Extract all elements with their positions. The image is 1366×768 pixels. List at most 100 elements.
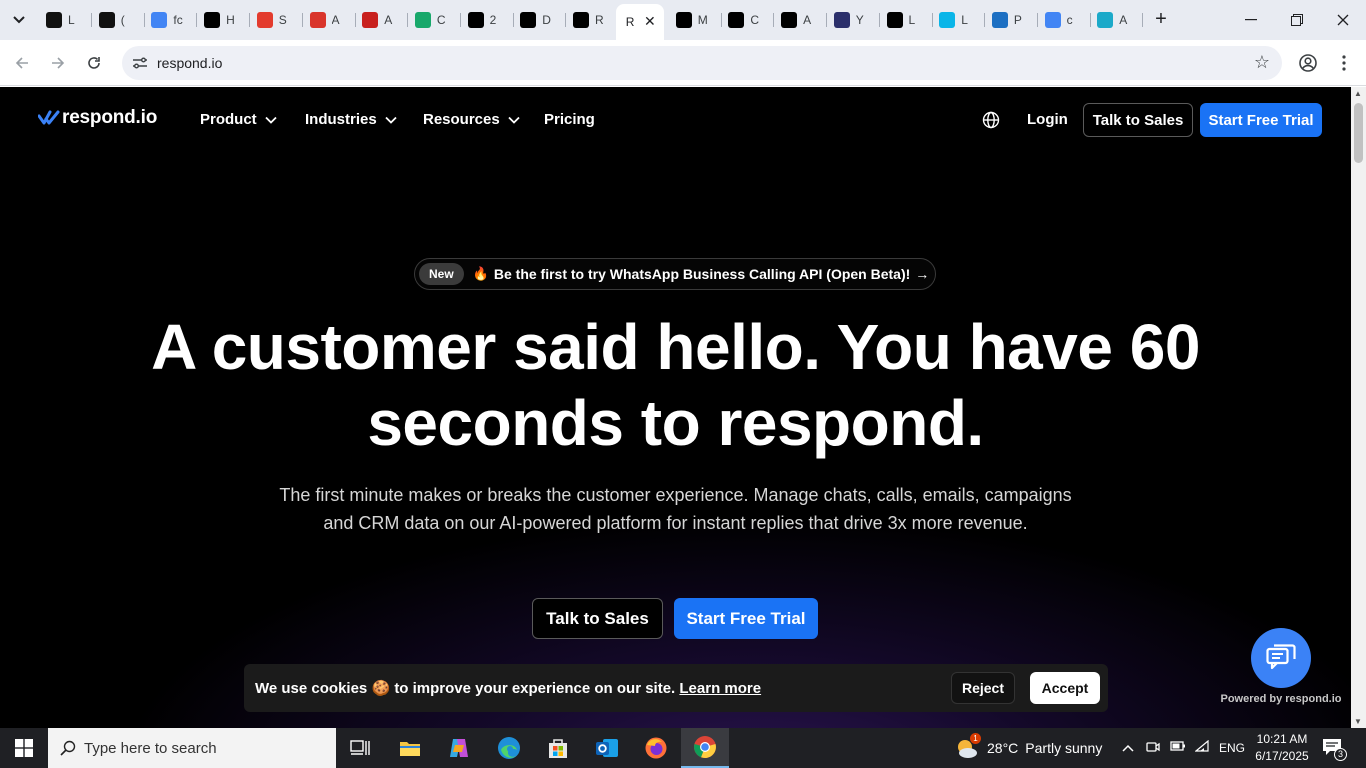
browser-tab[interactable]: P	[986, 6, 1038, 34]
announcement-banner[interactable]: New 🔥 Be the first to try WhatsApp Busin…	[414, 258, 936, 290]
tab-title: A	[331, 13, 340, 27]
back-button[interactable]	[8, 49, 36, 77]
logo-text: respond.io	[62, 107, 158, 128]
chevron-down-icon	[265, 116, 277, 124]
browser-tab[interactable]: C	[409, 6, 461, 34]
tab-title: C	[436, 13, 446, 27]
tab-search-button[interactable]	[6, 8, 32, 32]
browser-tab[interactable]: L	[933, 6, 986, 34]
profile-button[interactable]	[1294, 49, 1322, 77]
browser-tab[interactable]: R	[567, 6, 619, 34]
system-clock[interactable]: 10:21 AM 6/17/2025	[1254, 731, 1310, 765]
browser-tab[interactable]: 2	[462, 6, 514, 34]
new-badge: New	[419, 263, 464, 285]
browser-tab[interactable]: (	[93, 6, 145, 34]
nav-pricing[interactable]: Pricing	[544, 111, 595, 128]
browser-menu-button[interactable]	[1330, 49, 1358, 77]
tab-title: L	[961, 13, 968, 27]
browser-tab[interactable]: M	[670, 6, 722, 34]
learn-more-link[interactable]: Learn more	[679, 680, 761, 697]
nav-product[interactable]: Product	[200, 111, 277, 128]
minimize-button[interactable]	[1228, 0, 1274, 40]
header-talk-to-sales-button[interactable]: Talk to Sales	[1083, 103, 1193, 137]
outlook-app[interactable]	[583, 728, 631, 768]
close-icon	[1337, 14, 1349, 26]
cube-icon	[833, 12, 850, 28]
browser-tab[interactable]: C	[722, 6, 775, 34]
bookmark-star-icon[interactable]: ☆	[1254, 52, 1270, 73]
browser-tab[interactable]: L	[40, 6, 92, 34]
hero-talk-to-sales-button[interactable]: Talk to Sales	[532, 598, 663, 639]
browser-tab[interactable]: A	[304, 6, 356, 34]
notification-count: 3	[1334, 748, 1347, 761]
firefox-app[interactable]	[632, 728, 680, 768]
clock-time: 10:21 AM	[1256, 732, 1308, 746]
browser-tab[interactable]: c	[1039, 6, 1091, 34]
cookie-icon: 🍪	[371, 680, 391, 697]
close-window-button[interactable]	[1320, 0, 1366, 40]
browser-tab[interactable]: R ✕	[615, 4, 664, 40]
m-icon	[728, 12, 745, 28]
browser-tab[interactable]: S	[251, 6, 303, 34]
weather-widget[interactable]: 1 28°C Partly sunny	[953, 728, 1102, 768]
globe-icon[interactable]	[982, 111, 1000, 129]
wifi-icon[interactable]	[1194, 739, 1209, 755]
arrow-left-icon	[15, 57, 28, 69]
cookie-text-before: We use cookies	[255, 680, 368, 697]
browser-tab[interactable]: H	[198, 6, 251, 34]
nav-industries[interactable]: Industries	[305, 111, 397, 128]
browser-tab[interactable]: Y	[828, 6, 880, 34]
edge-app[interactable]	[485, 728, 533, 768]
cookie-reject-button[interactable]: Reject	[951, 672, 1015, 704]
restore-icon	[1291, 14, 1303, 26]
tab-title: H	[226, 13, 235, 27]
browser-tab[interactable]: L	[881, 6, 933, 34]
chrome-app[interactable]	[681, 728, 729, 768]
cookie-accept-button[interactable]: Accept	[1030, 672, 1100, 704]
login-link[interactable]: Login	[1027, 111, 1068, 128]
scrollbar-thumb[interactable]	[1354, 103, 1363, 163]
notification-center-button[interactable]: 3	[1322, 738, 1347, 761]
scroll-down-icon[interactable]: ▼	[1354, 717, 1362, 726]
start-button[interactable]	[0, 728, 48, 768]
restore-button[interactable]	[1274, 0, 1320, 40]
file-explorer-app[interactable]	[386, 728, 434, 768]
meet-now-icon[interactable]	[1146, 740, 1160, 757]
battery-icon[interactable]	[1170, 740, 1186, 755]
hero-start-free-trial-button[interactable]: Start Free Trial	[674, 598, 818, 639]
edge-icon	[498, 737, 520, 759]
browser-tab[interactable]: fc	[145, 6, 198, 34]
header-start-free-trial-button[interactable]: Start Free Trial	[1200, 103, 1322, 137]
site-settings-icon[interactable]	[130, 53, 150, 73]
reload-button[interactable]	[80, 49, 108, 77]
task-view-button[interactable]	[336, 728, 384, 768]
new-tab-button[interactable]: +	[1150, 8, 1172, 30]
language-indicator[interactable]: ENG	[1219, 741, 1245, 755]
close-tab-icon[interactable]: ✕	[644, 13, 656, 30]
page-scrollbar[interactable]: ▲ ▼	[1351, 87, 1366, 728]
weather-temp: 28°C	[987, 740, 1019, 756]
nav-resources[interactable]: Resources	[423, 111, 520, 128]
browser-tab[interactable]: A	[356, 6, 409, 34]
chevron-down-icon	[508, 116, 520, 124]
forward-button[interactable]	[44, 49, 72, 77]
site-logo[interactable]: respond.io	[38, 107, 157, 129]
tab-title: S	[278, 13, 287, 27]
chevron-up-icon[interactable]	[1122, 740, 1134, 755]
microsoft-store-app[interactable]	[534, 728, 582, 768]
copilot-app[interactable]	[435, 728, 483, 768]
chat-widget-button[interactable]	[1251, 628, 1311, 688]
google-icon	[151, 12, 168, 28]
chrome-icon	[694, 736, 716, 759]
taskbar-search-box[interactable]: Type here to search	[48, 728, 336, 768]
browser-tab[interactable]: D	[514, 6, 567, 34]
url-text[interactable]: respond.io	[157, 55, 222, 71]
powered-by-text[interactable]: Powered by respond.io	[1210, 693, 1351, 705]
tab-title: A	[803, 13, 812, 27]
browser-tab[interactable]: A	[1091, 6, 1144, 34]
browser-tab[interactable]: A	[775, 6, 828, 34]
minimize-icon	[1245, 19, 1257, 21]
address-bar[interactable]: respond.io ☆	[122, 46, 1282, 80]
arrows-icon	[939, 12, 956, 28]
scroll-up-icon[interactable]: ▲	[1354, 89, 1362, 98]
